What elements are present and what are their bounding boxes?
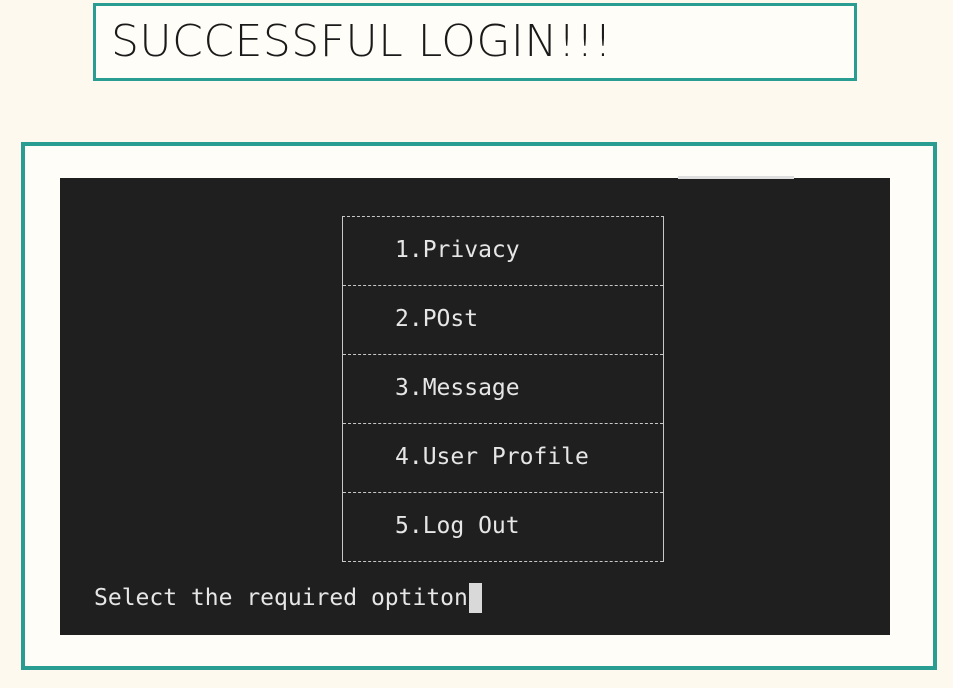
menu-item-label: 4.User Profile <box>395 444 589 470</box>
menu-item-label: 5.Log Out <box>395 513 520 539</box>
terminal-tab-indicator <box>678 176 794 179</box>
menu-item-post[interactable]: 2.POst <box>343 286 663 355</box>
menu-item-message[interactable]: 3.Message <box>343 355 663 424</box>
menu-item-privacy[interactable]: 1.Privacy <box>343 217 663 286</box>
menu-item-log-out[interactable]: 5.Log Out <box>343 493 663 562</box>
terminal-window[interactable]: 1.Privacy 2.POst 3.Message 4.User Profil… <box>60 176 890 635</box>
prompt-text: Select the required optiton <box>94 585 468 611</box>
input-prompt[interactable]: Select the required optiton <box>94 583 482 613</box>
menu-item-label: 3.Message <box>395 375 520 401</box>
menu-item-label: 2.POst <box>395 306 479 332</box>
text-cursor <box>468 583 482 613</box>
menu-item-label: 1.Privacy <box>395 237 520 263</box>
login-status-banner: SUCCESSFUL LOGIN!!! <box>93 3 857 81</box>
options-menu: 1.Privacy 2.POst 3.Message 4.User Profil… <box>342 216 664 562</box>
menu-item-user-profile[interactable]: 4.User Profile <box>343 424 663 493</box>
banner-title: SUCCESSFUL LOGIN!!! <box>111 16 613 67</box>
